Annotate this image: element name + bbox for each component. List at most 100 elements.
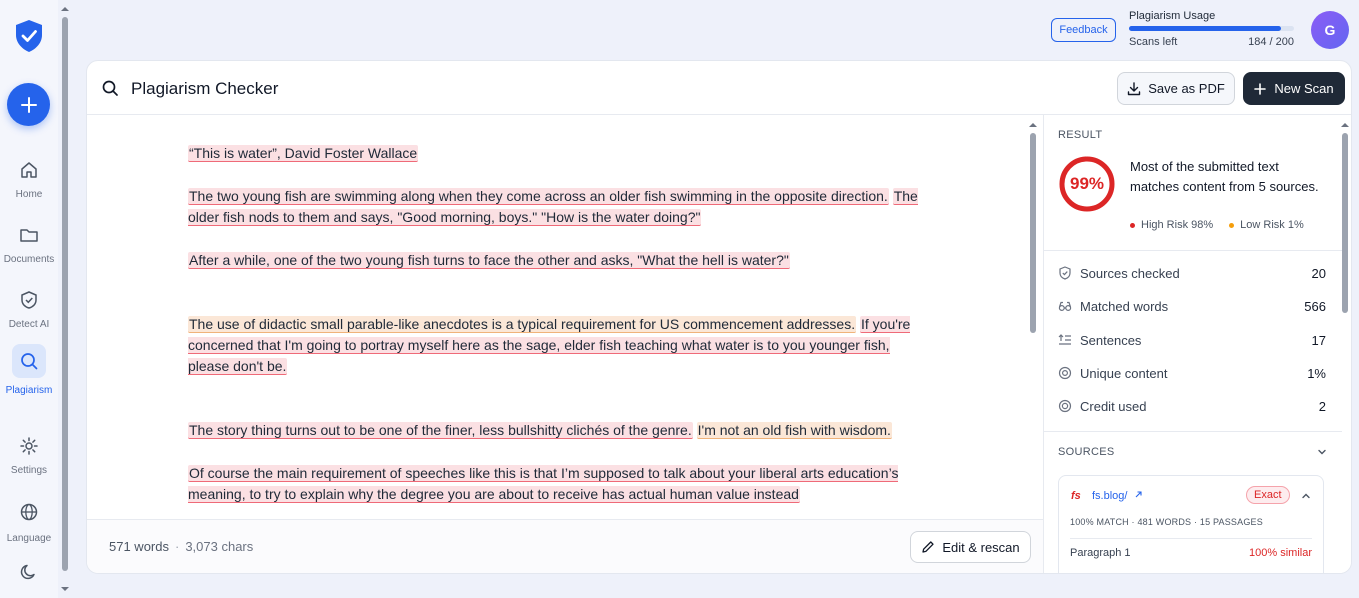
document-text: “This is water”, David Foster Wallace The… <box>188 143 933 519</box>
result-section-label: RESULT <box>1058 129 1103 141</box>
usage-title: Plagiarism Usage <box>1129 10 1216 22</box>
home-icon <box>21 162 37 178</box>
shield-icon <box>21 291 37 309</box>
new-scan-label: New Scan <box>1274 81 1334 96</box>
new-item-button[interactable] <box>7 83 50 126</box>
sidebar-item-label: Home <box>15 189 43 200</box>
source-link[interactable]: fs.blog/ <box>1092 490 1143 502</box>
usage-progress-bar <box>1129 26 1294 31</box>
external-link-icon <box>1135 491 1142 498</box>
stat-value: 17 <box>1311 332 1326 348</box>
sidebar-item-documents[interactable]: Documents <box>0 218 58 265</box>
low-risk-label: Low Risk 1% <box>1240 219 1304 231</box>
sidebar-item-label: Documents <box>3 254 55 265</box>
new-scan-button[interactable]: New Scan <box>1243 72 1345 105</box>
separator-dot: · <box>174 539 180 554</box>
search-icon <box>21 353 38 370</box>
plus-icon <box>1254 82 1267 95</box>
sidebar-item-language[interactable]: Language <box>0 495 58 544</box>
result-summary: Most of the submitted text matches conte… <box>1130 159 1319 194</box>
high-risk-highlight[interactable]: After a while, one of the two young fish… <box>188 252 790 269</box>
document-paragraph: The two young fish are swimming along wh… <box>188 186 933 228</box>
scroll-up-arrow-icon <box>1029 123 1037 127</box>
scans-count: 184 / 200 <box>1248 36 1294 48</box>
pencil-icon <box>922 541 934 553</box>
stat-value: 566 <box>1304 298 1326 314</box>
divider <box>1044 250 1342 251</box>
divider <box>1044 431 1342 432</box>
sidebar-item-label: Detect AI <box>8 319 50 330</box>
search-icon <box>102 80 118 96</box>
source-paragraph: Paragraph 1 <box>1070 547 1131 559</box>
scroll-up-arrow-icon <box>1341 123 1349 127</box>
chevron-up-icon[interactable] <box>1300 490 1312 502</box>
text-lines-icon <box>1058 334 1071 345</box>
sidebar-item-settings[interactable]: Settings <box>0 429 58 476</box>
theme-toggle[interactable] <box>0 562 58 582</box>
char-count: 3,073 chars <box>185 539 254 554</box>
sidebar-item-detect-ai[interactable]: Detect AI <box>0 283 58 330</box>
sidebar-scrollbar[interactable] <box>60 5 70 593</box>
edit-rescan-button[interactable]: Edit & rescan <box>910 531 1031 563</box>
source-card[interactable]: fs fs.blog/ Exact 100% MATCH · 481 WORDS… <box>1058 475 1324 573</box>
save-pdf-label: Save as PDF <box>1148 81 1225 96</box>
panel-scrollbar[interactable] <box>1339 117 1351 573</box>
low-risk-highlight[interactable]: The use of didactic small parable-like a… <box>188 316 857 333</box>
scans-left-label: Scans left <box>1129 36 1178 48</box>
glasses-icon <box>1058 301 1072 312</box>
avatar[interactable]: G <box>1311 11 1349 49</box>
document-paragraph: Of course the main requirement of speech… <box>188 463 933 505</box>
card-header: Plagiarism Checker Save as PDF New Scan <box>87 61 1351 115</box>
sidebar-item-plagiarism[interactable]: Plagiarism <box>0 344 58 396</box>
similarity-percent: 99% <box>1069 174 1105 193</box>
sidebar-item-label: Plagiarism <box>5 385 53 396</box>
chevron-down-icon <box>1318 449 1326 455</box>
checker-card: Plagiarism Checker Save as PDF New Scan … <box>86 60 1352 574</box>
download-icon <box>1128 81 1141 95</box>
save-pdf-button[interactable]: Save as PDF <box>1117 72 1235 105</box>
divider <box>1070 538 1312 539</box>
document-scrollbar[interactable] <box>1027 117 1039 517</box>
shield-check-logo-icon[interactable] <box>14 19 44 53</box>
source-meta: 100% MATCH · 481 WORDS · 15 PASSAGES <box>1070 517 1263 527</box>
stat-label: Unique content <box>1080 365 1168 381</box>
scroll-down-arrow-icon <box>61 587 69 591</box>
folder-icon <box>20 229 38 242</box>
coin-icon <box>1058 399 1072 413</box>
risk-legend: High Risk 98% Low Risk 1% <box>1130 219 1304 231</box>
sidebar-item-home[interactable]: Home <box>0 153 58 200</box>
high-risk-highlight[interactable]: The two young fish are swimming along wh… <box>188 188 889 205</box>
document-paragraph: The story thing turns out to be one of t… <box>188 420 933 441</box>
document-text-area[interactable]: “This is water”, David Foster Wallace The… <box>87 115 1043 519</box>
scrollbar-thumb[interactable] <box>1342 133 1348 313</box>
stat-value: 1% <box>1307 365 1326 381</box>
low-risk-highlight[interactable]: I'm not an old fish with wisdom. <box>696 422 892 439</box>
gear-icon <box>20 437 38 455</box>
usage-progress-fill <box>1129 26 1281 31</box>
feedback-button[interactable]: Feedback <box>1051 18 1116 42</box>
source-domain: fs.blog/ <box>1092 490 1128 502</box>
scrollbar-thumb[interactable] <box>62 17 68 571</box>
low-risk-item: Low Risk 1% <box>1229 219 1304 231</box>
text-fade <box>87 509 1043 519</box>
document-paragraph: “This is water”, David Foster Wallace <box>188 143 933 164</box>
document-footer: 571 words · 3,073 chars Edit & rescan <box>87 519 1043 573</box>
high-risk-highlight[interactable]: Of course the main requirement of speech… <box>188 465 899 503</box>
globe-icon <box>20 503 38 521</box>
scroll-up-arrow-icon <box>61 7 69 11</box>
stat-label: Sentences <box>1080 332 1142 348</box>
target-icon <box>1058 366 1072 380</box>
sources-header[interactable]: SOURCES <box>1058 446 1328 458</box>
sidebar-item-label: Settings <box>10 465 48 476</box>
scrollbar-thumb[interactable] <box>1030 133 1036 333</box>
document-paragraph: The use of didactic small parable-like a… <box>188 314 933 377</box>
stat-credit-used: Credit used 2 <box>1058 396 1326 416</box>
usage-meter: Plagiarism Usage Scans left 184 / 200 <box>1129 10 1294 48</box>
high-risk-highlight[interactable]: “This is water”, David Foster Wallace <box>188 145 419 162</box>
sidebar-item-label: Language <box>6 533 52 544</box>
sources-section-label: SOURCES <box>1058 446 1115 458</box>
plus-icon <box>20 96 37 113</box>
high-risk-highlight[interactable]: The story thing turns out to be one of t… <box>188 422 693 439</box>
edit-rescan-label: Edit & rescan <box>942 539 1020 555</box>
low-risk-dot <box>1229 222 1235 228</box>
